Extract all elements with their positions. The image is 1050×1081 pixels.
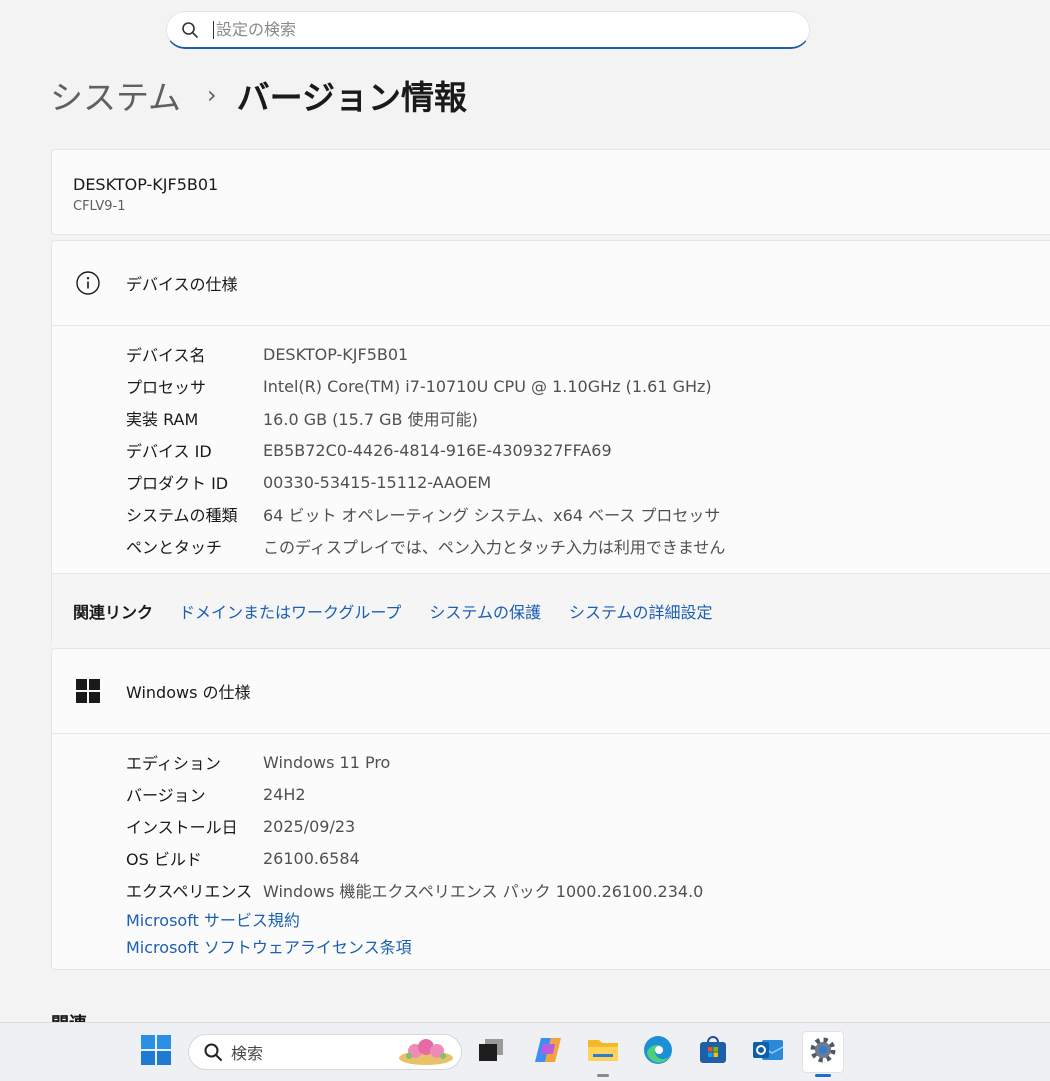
spec-key: エクスペリエンス <box>126 882 253 901</box>
spec-value: 16.0 GB (15.7 GB 使用可能) <box>263 410 478 429</box>
spec-value: このディスプレイでは、ペン入力とタッチ入力は利用できません <box>263 538 726 557</box>
spec-value: 2025/09/23 <box>263 816 356 836</box>
settings-button[interactable] <box>802 1031 844 1077</box>
related-links-bar: 関連リンク ドメインまたはワークグループ システムの保護 システムの詳細設定 <box>52 573 1050 647</box>
license-terms-link[interactable]: Microsoft ソフトウェアライセンス条項 <box>126 934 412 961</box>
spec-key: エディション <box>126 754 221 773</box>
search-icon <box>167 21 213 39</box>
spec-key: ペンとタッチ <box>126 538 223 557</box>
search-highlight-image <box>397 1038 455 1070</box>
store-button[interactable] <box>692 1031 734 1073</box>
task-view-button[interactable] <box>470 1031 512 1073</box>
advanced-system-settings-link[interactable]: システムの詳細設定 <box>569 599 713 623</box>
spec-key: システムの種類 <box>126 506 238 525</box>
spec-key: OS ビルド <box>126 850 202 869</box>
spec-value: Windows 機能エクスペリエンス パック 1000.26100.234.0 <box>263 882 704 901</box>
windows-specs-card: Windows の仕様 エディション Windows 11 Pro バージョン 24… <box>51 648 1050 970</box>
device-specs-title: デバイスの仕様 <box>126 275 238 294</box>
spec-value: 24H2 <box>263 784 306 804</box>
edge-icon <box>643 1035 673 1069</box>
spec-row: エクスペリエンス Windows 機能エクスペリエンス パック 1000.2610… <box>52 874 1050 906</box>
windows-logo-icon <box>52 679 124 703</box>
windows-specs-header[interactable]: Windows の仕様 <box>52 649 1050 734</box>
spec-value: 00330-53415-15112-AAOEM <box>263 472 492 492</box>
device-name: DESKTOP-KJF5B01 <box>73 175 219 194</box>
copilot-icon <box>533 1036 563 1068</box>
taskbar-search-icon <box>203 1042 223 1062</box>
spec-value: DESKTOP-KJF5B01 <box>263 344 409 364</box>
spec-value: Windows 11 Pro <box>263 752 391 772</box>
spec-row: バージョン 24H2 <box>52 778 1050 810</box>
search-input[interactable] <box>216 20 776 39</box>
related-links-label: 関連リンク <box>73 602 154 622</box>
service-agreement-link[interactable]: Microsoft サービス規約 <box>126 907 412 934</box>
spec-key: プロダクト ID <box>126 474 229 493</box>
spec-value: 26100.6584 <box>263 848 360 868</box>
windows-specs-list: エディション Windows 11 Pro バージョン 24H2 インストール日 20… <box>52 734 1050 906</box>
spec-row: インストール日 2025/09/23 <box>52 810 1050 842</box>
spec-row: プロダクト ID 00330-53415-15112-AAOEM <box>52 466 1050 498</box>
breadcrumb: システム › バージョン情報 <box>50 68 467 122</box>
info-icon <box>52 270 124 296</box>
windows-specs-title: Windows の仕様 <box>126 683 251 702</box>
taskbar-search[interactable]: 検索 <box>188 1034 462 1070</box>
settings-search-box[interactable] <box>166 11 810 49</box>
file-explorer-icon <box>587 1037 619 1067</box>
running-indicator <box>597 1074 609 1077</box>
outlook-button[interactable] <box>747 1031 789 1073</box>
taskbar: 検索 <box>0 1022 1050 1081</box>
spec-key: バージョン <box>126 786 206 805</box>
edge-button[interactable] <box>637 1031 679 1073</box>
spec-key: インストール日 <box>126 818 238 837</box>
breadcrumb-parent[interactable]: システム <box>50 71 181 119</box>
spec-row: デバイス名 DESKTOP-KJF5B01 <box>52 338 1050 370</box>
spec-row: デバイス ID EB5B72C0-4426-4814-916E-4309327FF… <box>52 434 1050 466</box>
device-specs-header[interactable]: デバイスの仕様 <box>52 241 1050 326</box>
spec-row: OS ビルド 26100.6584 <box>52 842 1050 874</box>
device-name-card: DESKTOP-KJF5B01 CFLV9-1 <box>51 149 1050 235</box>
spec-key: デバイス ID <box>126 442 212 461</box>
spec-value: Intel(R) Core(TM) i7-10710U CPU @ 1.10GH… <box>263 376 712 396</box>
page-title: バージョン情報 <box>236 78 467 117</box>
copilot-button[interactable] <box>527 1031 569 1073</box>
device-specs-card: デバイスの仕様 デバイス名 DESKTOP-KJF5B01 プロセッサ Intel(… <box>51 240 1050 647</box>
text-cursor <box>213 20 214 39</box>
spec-row: エディション Windows 11 Pro <box>52 746 1050 778</box>
device-specs-list: デバイス名 DESKTOP-KJF5B01 プロセッサ Intel(R) Core(… <box>52 326 1050 562</box>
file-explorer-button[interactable] <box>582 1031 624 1077</box>
device-model: CFLV9-1 <box>73 199 126 214</box>
settings-icon <box>808 1035 838 1069</box>
store-icon <box>698 1035 728 1069</box>
system-protection-link[interactable]: システムの保護 <box>429 599 541 623</box>
spec-row: ペンとタッチ このディスプレイでは、ペン入力とタッチ入力は利用できません <box>52 530 1050 562</box>
taskbar-search-label: 検索 <box>231 1044 264 1063</box>
spec-row: プロセッサ Intel(R) Core(TM) i7-10710U CPU @ 1… <box>52 370 1050 402</box>
start-button[interactable] <box>135 1031 177 1073</box>
task-view-icon <box>477 1037 505 1067</box>
spec-value: EB5B72C0-4426-4814-916E-4309327FFA69 <box>263 440 612 460</box>
spec-row: システムの種類 64 ビット オペレーティング システム、x64 ベース プロセッ… <box>52 498 1050 530</box>
spec-value: 64 ビット オペレーティング システム、x64 ベース プロセッサ <box>263 506 721 525</box>
domain-workgroup-link[interactable]: ドメインまたはワークグループ <box>179 599 401 623</box>
spec-key: 実装 RAM <box>126 410 199 429</box>
spec-key: デバイス名 <box>126 346 206 365</box>
start-icon <box>141 1035 171 1069</box>
active-indicator <box>815 1074 831 1077</box>
windows-legal-links: Microsoft サービス規約 Microsoft ソフトウェアライセンス条項 <box>126 907 412 961</box>
breadcrumb-separator: › <box>207 81 217 109</box>
spec-row: 実装 RAM 16.0 GB (15.7 GB 使用可能) <box>52 402 1050 434</box>
spec-key: プロセッサ <box>126 378 207 397</box>
outlook-icon <box>752 1035 784 1069</box>
